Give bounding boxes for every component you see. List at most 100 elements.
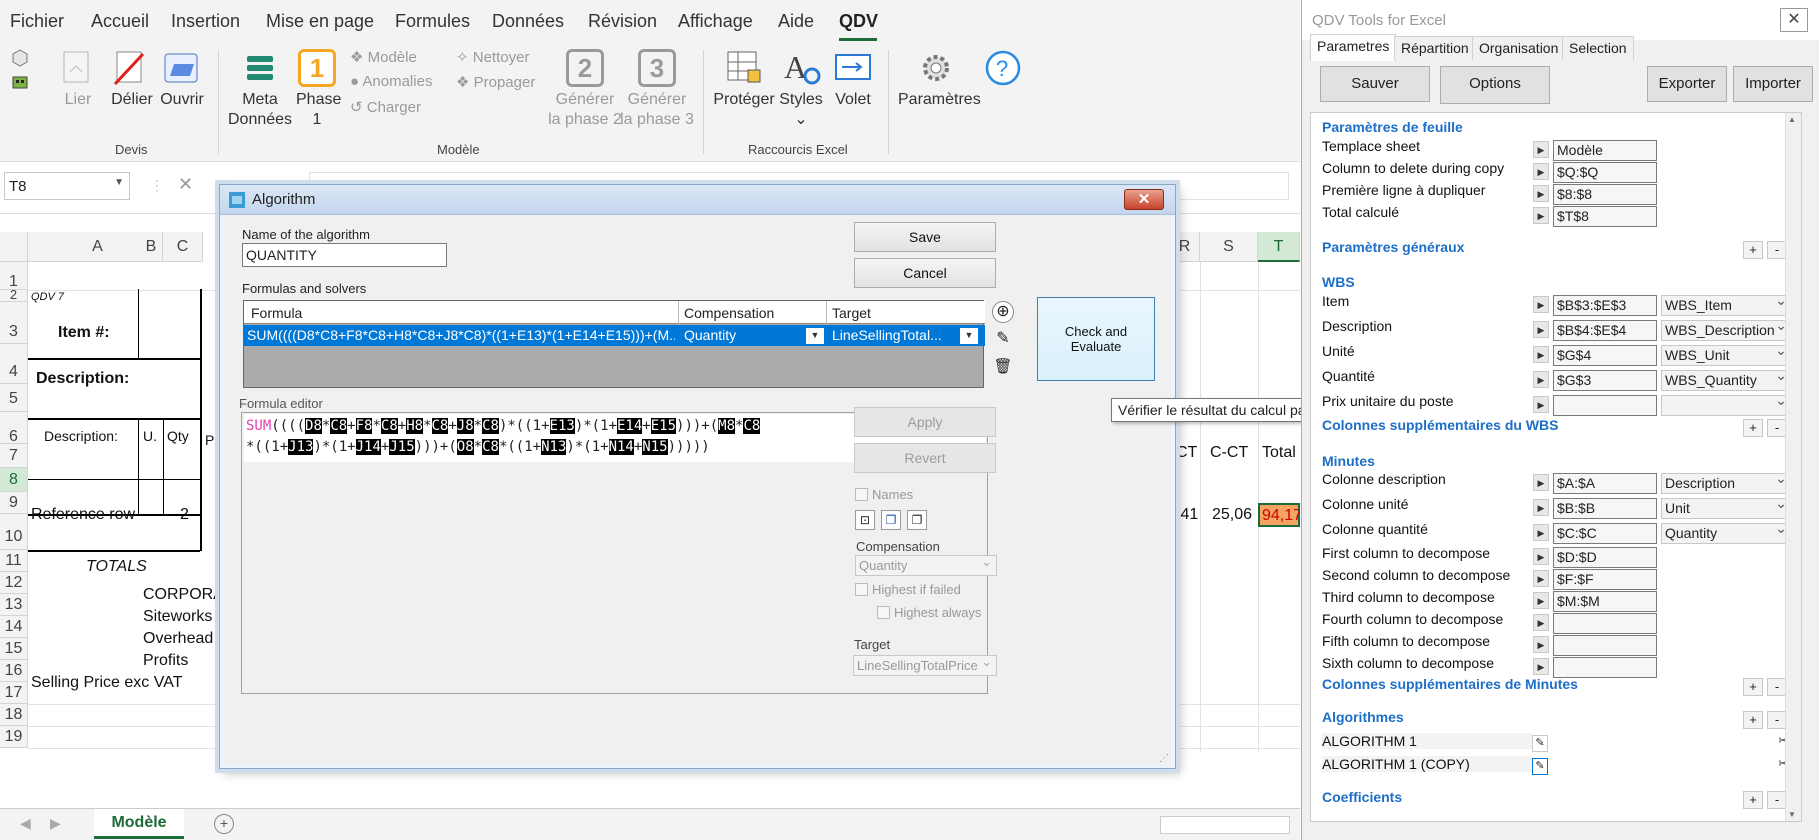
styles-button[interactable]: Styles ⌄ bbox=[778, 90, 824, 130]
param-value[interactable]: $G$4 bbox=[1553, 345, 1657, 366]
parametres-button[interactable]: Paramètres bbox=[898, 90, 981, 110]
arrow-right-icon[interactable]: ▶ bbox=[1533, 207, 1549, 224]
exporter-button[interactable]: Exporter bbox=[1647, 66, 1727, 102]
arrow-right-icon[interactable]: ▶ bbox=[1533, 570, 1549, 587]
row-header[interactable]: 18 bbox=[0, 704, 28, 726]
row-header[interactable]: 7 bbox=[0, 444, 28, 468]
add-button[interactable]: + bbox=[1743, 711, 1763, 729]
add-sheet-icon[interactable]: + bbox=[214, 814, 234, 834]
compensation-cell[interactable]: Quantity bbox=[684, 327, 736, 343]
row-header[interactable]: 11 bbox=[0, 550, 28, 572]
dialog-titlebar[interactable]: Algorithm ✕ bbox=[220, 185, 1175, 215]
select-all-corner[interactable] bbox=[0, 232, 28, 262]
next-sheet-icon[interactable]: ▶ bbox=[50, 815, 61, 832]
row-header[interactable]: 6 bbox=[0, 412, 28, 445]
arrow-right-icon[interactable]: ▶ bbox=[1533, 474, 1549, 491]
target-cell[interactable]: LineSellingTotal... bbox=[832, 327, 942, 343]
volet-button[interactable]: Volet bbox=[828, 90, 878, 110]
remove-button[interactable]: - bbox=[1767, 678, 1787, 696]
siteworks-cell[interactable]: Siteworks bbox=[143, 608, 212, 626]
arrow-right-icon[interactable]: ▶ bbox=[1533, 346, 1549, 363]
row-header[interactable]: 13 bbox=[0, 594, 28, 616]
apply-button[interactable]: Apply bbox=[854, 407, 996, 437]
meta-donnees-button[interactable]: Meta Données bbox=[228, 90, 292, 130]
remove-button[interactable]: - bbox=[1767, 241, 1787, 259]
name-box[interactable]: T8 ▼ bbox=[4, 172, 130, 200]
scroll-down-icon[interactable]: ▼ bbox=[1788, 810, 1796, 819]
algorithm-item[interactable]: ALGORITHM 1 bbox=[1322, 733, 1532, 749]
panel-tab-selection[interactable]: Selection bbox=[1562, 36, 1634, 60]
tab-fichier[interactable]: Fichier bbox=[10, 11, 64, 32]
row-header[interactable]: 3 bbox=[0, 302, 28, 344]
param-value[interactable]: $Q:$Q bbox=[1553, 162, 1657, 183]
arrow-right-icon[interactable]: ▶ bbox=[1533, 396, 1549, 413]
arrow-right-icon[interactable]: ▶ bbox=[1533, 371, 1549, 388]
arrow-right-icon[interactable]: ▶ bbox=[1533, 658, 1549, 675]
proteger-button[interactable]: Protéger bbox=[712, 90, 776, 110]
propager-button[interactable]: ❖ Propager bbox=[456, 73, 535, 91]
sheet-tab-modele[interactable]: Modèle bbox=[94, 809, 184, 839]
add-formula-icon[interactable]: ⊕ bbox=[992, 301, 1014, 323]
tab-qdv[interactable]: QDV bbox=[839, 11, 878, 32]
lier-button[interactable]: Lier bbox=[60, 90, 96, 110]
row-header[interactable]: 2 bbox=[0, 288, 28, 302]
row-header[interactable]: 10 bbox=[0, 514, 28, 550]
scroll-up-icon[interactable]: ▲ bbox=[1788, 115, 1796, 124]
tab-aide[interactable]: Aide bbox=[778, 11, 814, 32]
column-header-b[interactable]: B bbox=[140, 232, 163, 262]
column-header-s[interactable]: S bbox=[1200, 232, 1258, 262]
selling-price-cell[interactable]: Selling Price exc VAT bbox=[31, 674, 182, 692]
nettoyer-button[interactable]: ✧ Nettoyer bbox=[456, 48, 529, 66]
target-select[interactable]: LineSellingTotalPrice ⌄ bbox=[853, 654, 997, 676]
robot-icon[interactable] bbox=[10, 72, 30, 92]
remove-button[interactable]: - bbox=[1767, 419, 1787, 437]
prev-sheet-icon[interactable]: ◀ bbox=[20, 815, 31, 832]
row-header[interactable]: 16 bbox=[0, 660, 28, 682]
param-combo[interactable]: Unit bbox=[1661, 498, 1791, 519]
param-value[interactable]: $B$4:$E$4 bbox=[1553, 320, 1657, 341]
arrow-right-icon[interactable]: ▶ bbox=[1533, 592, 1549, 609]
panel-tab-parametres[interactable]: Parametres bbox=[1310, 34, 1397, 61]
reference-total-cell[interactable]: 94,17 bbox=[1258, 503, 1300, 527]
panel-tab-repartition[interactable]: Répartition bbox=[1394, 36, 1476, 60]
add-button[interactable]: + bbox=[1743, 791, 1763, 809]
delier-button[interactable]: Délier bbox=[108, 90, 156, 110]
arrow-right-icon[interactable]: ▶ bbox=[1533, 185, 1549, 202]
param-value[interactable] bbox=[1553, 635, 1657, 656]
options-button[interactable]: Options bbox=[1440, 66, 1550, 104]
target-column-header[interactable]: Target bbox=[832, 305, 871, 321]
sauver-button[interactable]: Sauver bbox=[1320, 66, 1430, 102]
algorithm-name-input[interactable]: QUANTITY bbox=[242, 243, 447, 267]
param-value[interactable]: $B$3:$E$3 bbox=[1553, 295, 1657, 316]
help-icon[interactable]: ? bbox=[984, 49, 1022, 87]
highest-always-checkbox[interactable] bbox=[877, 606, 890, 619]
reference-cct-cell[interactable]: 25,06 bbox=[1212, 506, 1252, 524]
paste-icon[interactable]: ❐ bbox=[907, 510, 927, 530]
edit-formula-icon[interactable]: ✎ bbox=[992, 329, 1014, 351]
param-value[interactable]: $F:$F bbox=[1553, 569, 1657, 590]
param-combo[interactable]: WBS_Unit bbox=[1661, 345, 1791, 366]
close-button[interactable]: ✕ bbox=[1124, 189, 1164, 210]
reference-row-cell[interactable]: Reference row bbox=[31, 506, 135, 524]
remove-button[interactable]: - bbox=[1767, 791, 1787, 809]
arrow-right-icon[interactable]: ▶ bbox=[1533, 636, 1549, 653]
param-value[interactable]: $M:$M bbox=[1553, 591, 1657, 612]
row-header[interactable]: 15 bbox=[0, 638, 28, 660]
param-value[interactable]: Modèle bbox=[1553, 140, 1657, 161]
param-combo[interactable]: WBS_Description bbox=[1661, 320, 1791, 341]
tab-mise-en-page[interactable]: Mise en page bbox=[266, 11, 374, 32]
generer-phase3-button[interactable]: Générer la phase 3 bbox=[620, 90, 694, 130]
add-button[interactable]: + bbox=[1743, 241, 1763, 259]
vertical-scrollbar[interactable]: ▲ ▼ bbox=[1785, 113, 1801, 821]
chevron-down-icon[interactable]: ▼ bbox=[806, 328, 824, 344]
arrow-right-icon[interactable]: ▶ bbox=[1533, 524, 1549, 541]
tab-affichage[interactable]: Affichage bbox=[678, 11, 753, 32]
names-checkbox[interactable] bbox=[855, 488, 868, 501]
row-header[interactable]: 9 bbox=[0, 492, 28, 514]
param-value[interactable] bbox=[1553, 613, 1657, 634]
tab-donnees[interactable]: Données bbox=[492, 11, 564, 32]
add-button[interactable]: + bbox=[1743, 678, 1763, 696]
resize-grip-icon[interactable]: ⋰ bbox=[1159, 753, 1169, 764]
formula-cell[interactable]: SUM((((D8*C8+F8*C8+H8*C8+J8*C8)*((1+E13)… bbox=[247, 327, 675, 343]
generer-phase2-button[interactable]: Générer la phase 2 bbox=[548, 90, 622, 130]
